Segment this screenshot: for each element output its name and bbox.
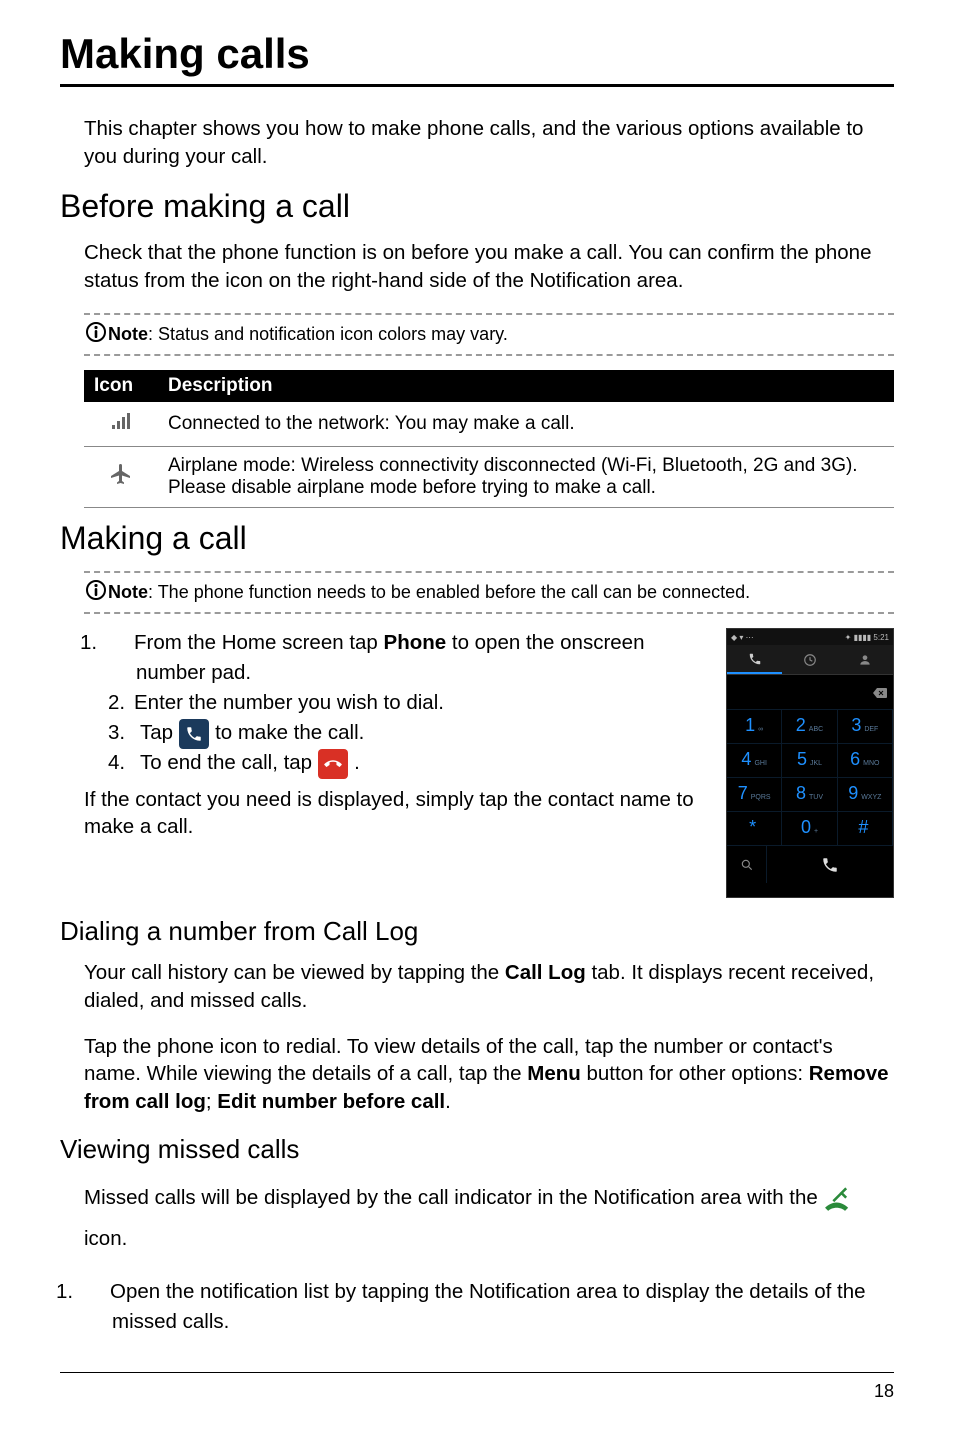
list-item: 1. From the Home screen tap Phone to ope… — [108, 628, 706, 687]
heading-making: Making a call — [60, 520, 894, 557]
missed-call-icon — [824, 1186, 852, 1214]
dialer-key[interactable]: 6MNO — [838, 743, 893, 777]
after-steps-text: If the contact you need is displayed, si… — [84, 786, 706, 841]
heading-missed: Viewing missed calls — [60, 1134, 894, 1165]
heading-before: Before making a call — [60, 188, 894, 225]
row1-desc: Connected to the network: You may make a… — [158, 402, 894, 447]
before-text: Check that the phone function is on befo… — [84, 239, 894, 294]
info-icon — [84, 321, 108, 343]
dialer-key[interactable]: # — [838, 811, 893, 845]
note-before: Note: Status and notification icon color… — [84, 313, 894, 356]
list-item: 2. Enter the number you wish to dial. — [108, 688, 706, 718]
tab-contacts-icon[interactable] — [838, 645, 893, 674]
dialer-call-button[interactable] — [767, 846, 893, 883]
dialer-key[interactable]: 8TUV — [782, 777, 837, 811]
steps-list: 1. From the Home screen tap Phone to ope… — [108, 628, 706, 777]
dialer-key[interactable]: 3DEF — [838, 709, 893, 743]
page-title: Making calls — [60, 30, 894, 78]
calllog-p2: Tap the phone icon to redial. To view de… — [84, 1033, 894, 1116]
dialer-search-icon[interactable] — [727, 846, 767, 883]
tab-recent-icon[interactable] — [782, 645, 837, 674]
calllog-p1: Your call history can be viewed by tappi… — [84, 959, 894, 1014]
heading-calllog: Dialing a number from Call Log — [60, 916, 894, 947]
info-icon — [84, 579, 108, 601]
call-icon — [179, 719, 209, 749]
missed-p1: Missed calls will be displayed by the ca… — [84, 1177, 894, 1259]
end-call-icon — [318, 749, 348, 779]
dialer-key[interactable]: 0+ — [782, 811, 837, 845]
page-number: 18 — [874, 1381, 894, 1401]
dialer-key[interactable]: 9WXYZ — [838, 777, 893, 811]
dialer-key[interactable]: * — [727, 811, 782, 845]
list-item: 3. Tap to make the call. — [108, 718, 706, 748]
list-item: 1. Open the notification list by tapping… — [84, 1277, 894, 1336]
tab-dialer-icon[interactable] — [727, 645, 782, 674]
dialer-key[interactable]: 1∞ — [727, 709, 782, 743]
dialer-statusbar: ◆ ▾ ⋯ ✦ ▮▮▮▮ 5:21 — [727, 629, 893, 645]
note-making: Note: The phone function needs to be ena… — [84, 571, 894, 614]
table-row: Connected to the network: You may make a… — [84, 402, 894, 447]
backspace-icon[interactable] — [873, 685, 887, 695]
dialer-key[interactable]: 7PQRS — [727, 777, 782, 811]
row2-desc: Airplane mode: Wireless connectivity dis… — [158, 447, 894, 508]
dialer-key[interactable]: 5JKL — [782, 743, 837, 777]
dialer-screenshot: ◆ ▾ ⋯ ✦ ▮▮▮▮ 5:21 — [726, 628, 894, 898]
dialer-key[interactable]: 2ABC — [782, 709, 837, 743]
list-item: 4. To end the call, tap . — [108, 748, 706, 778]
icon-table: Icon Description Connected to the networ… — [84, 370, 894, 508]
dialer-tabs — [727, 645, 893, 675]
note-before-text: Note: Status and notification icon color… — [108, 323, 508, 346]
dialer-key[interactable]: 4GHI — [727, 743, 782, 777]
dialer-display — [727, 675, 893, 709]
intro-text: This chapter shows you how to make phone… — [84, 115, 894, 170]
airplane-icon — [84, 447, 158, 508]
missed-steps: 1. Open the notification list by tapping… — [84, 1277, 894, 1336]
th-icon: Icon — [84, 370, 158, 402]
title-rule — [60, 84, 894, 87]
signal-icon — [84, 402, 158, 447]
table-row: Airplane mode: Wireless connectivity dis… — [84, 447, 894, 508]
note-making-text: Note: The phone function needs to be ena… — [108, 581, 750, 604]
th-desc: Description — [158, 370, 894, 402]
dialer-keypad: 1∞2ABC3DEF 4GHI5JKL6MNO 7PQRS8TUV9WXYZ *0+# — [727, 709, 893, 845]
page-footer: 18 — [60, 1372, 894, 1402]
